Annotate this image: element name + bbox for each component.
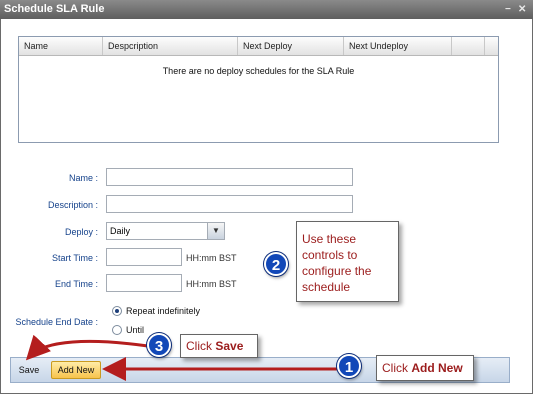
start-time-label: Start Time :: [51, 253, 98, 263]
callout-save-bold: Save: [215, 339, 244, 353]
callout-add-new: Click Add New: [376, 355, 474, 381]
schedule-end-date-label: Schedule End Date :: [15, 317, 98, 327]
callout-add-new-prefix: Click: [382, 361, 412, 375]
chevron-down-icon[interactable]: ▼: [207, 223, 224, 239]
save-button[interactable]: Save: [13, 361, 45, 379]
minimize-icon[interactable]: −: [505, 0, 511, 19]
start-time-input[interactable]: [106, 248, 182, 266]
end-time-label: End Time :: [54, 279, 98, 289]
callout-add-new-bold: Add New: [411, 361, 463, 375]
window-titlebar: Schedule SLA Rule − ✕: [0, 0, 533, 19]
grid-empty-message: There are no deploy schedules for the SL…: [162, 66, 355, 76]
step-1-badge: 1: [337, 354, 361, 378]
column-header-extra: [452, 37, 485, 55]
name-label: Name :: [68, 173, 98, 183]
until-radio[interactable]: [112, 325, 122, 335]
close-icon[interactable]: ✕: [518, 0, 526, 19]
callout-save: Click Save: [180, 334, 258, 358]
column-header-next-deploy[interactable]: Next Deploy: [238, 37, 344, 55]
step-2-badge: 2: [264, 252, 288, 276]
deploy-select-value: Daily: [110, 226, 131, 236]
description-label: Description :: [47, 200, 98, 210]
column-header-description[interactable]: Despcription: [103, 37, 238, 55]
column-header-name[interactable]: Name: [19, 37, 103, 55]
schedule-grid: Name Despcription Next Deploy Next Undep…: [18, 36, 499, 143]
callout-configure: Use these controls to configure the sche…: [296, 221, 399, 302]
deploy-select[interactable]: Daily ▼: [106, 222, 225, 240]
repeat-indefinitely-label[interactable]: Repeat indefinitely: [126, 306, 200, 316]
end-time-input[interactable]: [106, 274, 182, 292]
repeat-indefinitely-radio[interactable]: [112, 306, 122, 316]
window-title: Schedule SLA Rule: [4, 3, 105, 15]
start-time-format: HH:mm BST: [186, 253, 237, 263]
grid-header: Name Despcription Next Deploy Next Undep…: [19, 37, 498, 56]
end-time-format: HH:mm BST: [186, 279, 237, 289]
until-label[interactable]: Until: [126, 325, 144, 335]
deploy-label: Deploy :: [64, 227, 98, 237]
add-new-button[interactable]: Add New: [51, 361, 101, 379]
description-input[interactable]: [106, 195, 353, 213]
callout-save-prefix: Click: [186, 339, 216, 353]
column-header-next-undeploy[interactable]: Next Undeploy: [344, 37, 452, 55]
step-3-badge: 3: [147, 333, 171, 357]
name-input[interactable]: [106, 168, 353, 186]
